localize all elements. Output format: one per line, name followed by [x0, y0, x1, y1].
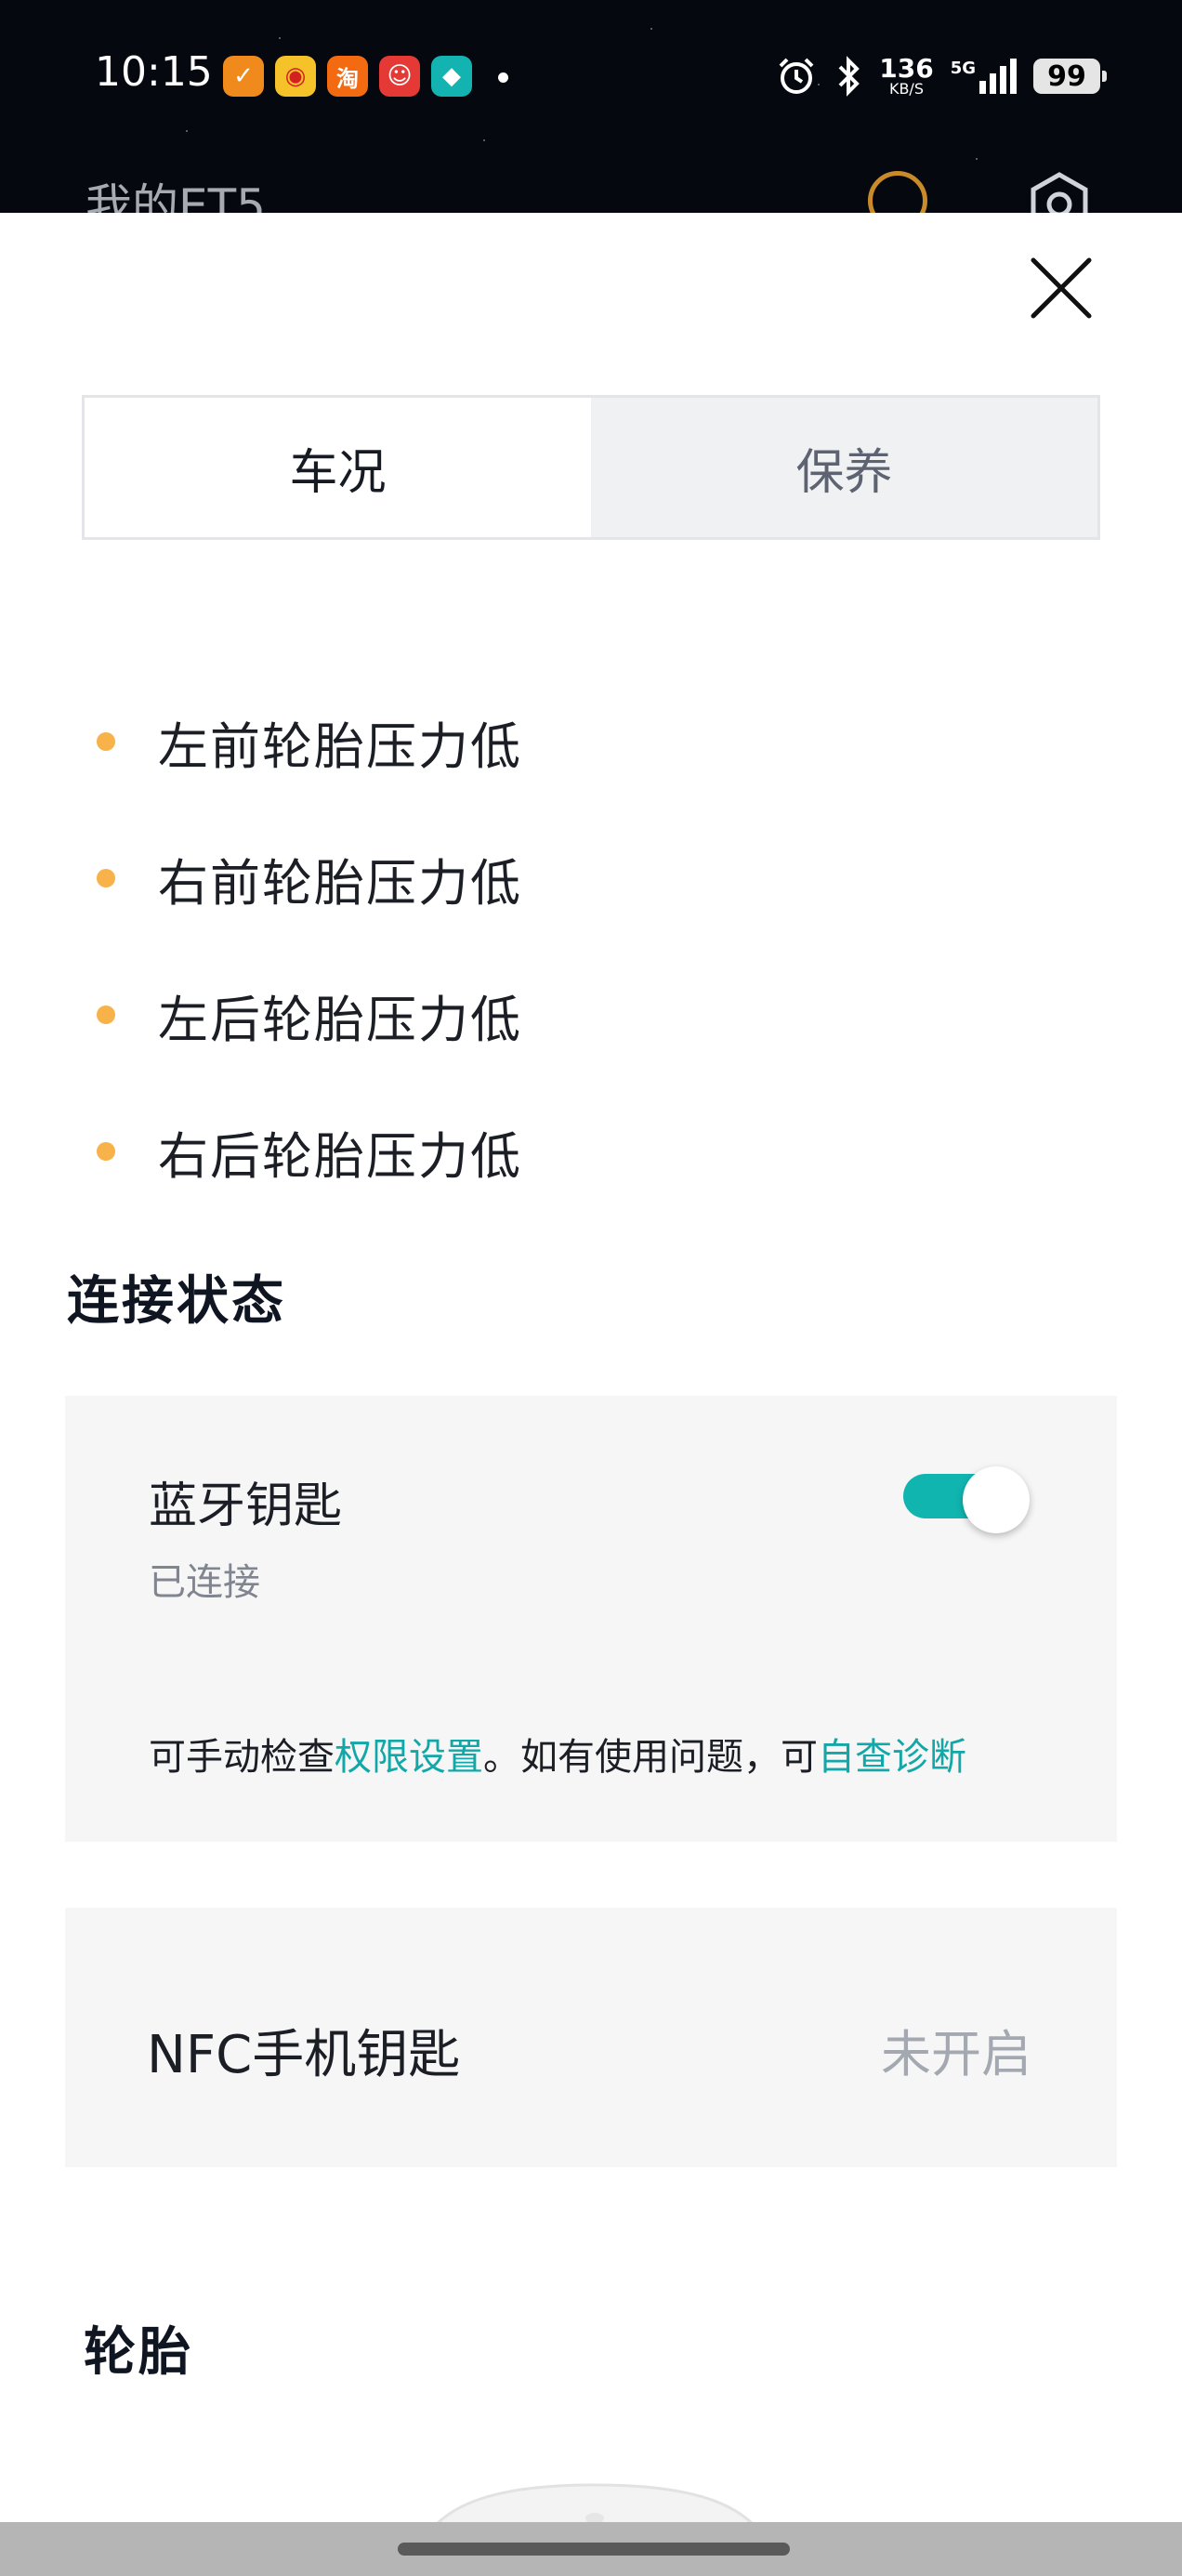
tab-vehicle-condition[interactable]: 车况 — [85, 398, 591, 537]
connection-status-title: 连接状态 — [67, 1271, 286, 1332]
game-app-icon: ☺ — [379, 56, 420, 97]
warning-dot — [97, 869, 115, 887]
warning-text: 左前轮胎压力低 — [158, 716, 522, 776]
nio-app-icon: ◆ — [431, 56, 472, 97]
self-diagnosis-link[interactable]: 自查诊断 — [818, 1736, 966, 1779]
network-speed-value: 136 — [879, 53, 934, 84]
warning-dot — [97, 732, 115, 751]
battery-indicator: 99 — [1033, 59, 1107, 94]
weibo-icon: ◉ — [275, 56, 316, 97]
bluetooth-icon — [838, 56, 860, 97]
hint-text: 。如有使用问题，可 — [483, 1736, 818, 1779]
tab-maintenance[interactable]: 保养 — [591, 398, 1097, 537]
status-indicators: 136 KB/S 5G 99 — [775, 50, 1107, 102]
hint-text: 可手动检查 — [149, 1736, 335, 1779]
network-speed: 136 KB/S — [879, 56, 933, 97]
cellular-signal-icon: 5G — [951, 59, 1017, 94]
close-icon[interactable] — [1030, 256, 1093, 320]
permission-settings-link[interactable]: 权限设置 — [335, 1736, 483, 1779]
nfc-key-status: 未开启 — [881, 2025, 1031, 2083]
bluetooth-key-toggle[interactable] — [903, 1466, 1030, 1533]
network-speed-unit: KB/S — [888, 80, 924, 98]
warning-item: 左前轮胎压力低 — [97, 704, 522, 779]
status-time: 10:15 — [95, 48, 213, 96]
warning-text: 左后轮胎压力低 — [158, 990, 522, 1049]
network-type: 5G — [950, 59, 976, 78]
store-app-icon: ✓ — [223, 56, 264, 97]
bluetooth-key-label: 蓝牙钥匙 — [149, 1479, 343, 1534]
taobao-icon: 淘 — [327, 56, 368, 97]
warning-dot — [97, 1005, 115, 1024]
home-gesture-handle[interactable] — [398, 2543, 790, 2556]
toggle-knob — [963, 1466, 1030, 1533]
tire-section-title: 轮胎 — [84, 2322, 193, 2383]
warning-dot — [97, 1142, 115, 1161]
bluetooth-key-status: 已连接 — [149, 1561, 260, 1604]
warning-item: 右前轮胎压力低 — [97, 841, 522, 915]
warning-text: 右前轮胎压力低 — [158, 853, 522, 913]
bluetooth-hint: 可手动检查权限设置。如有使用问题，可自查诊断 — [149, 1727, 966, 1781]
segmented-tabs: 车况 保养 — [82, 395, 1100, 540]
notification-dot — [498, 72, 508, 83]
nfc-key-label: NFC手机钥匙 — [147, 2025, 461, 2085]
warning-item: 右后轮胎压力低 — [97, 1114, 522, 1189]
warning-text: 右后轮胎压力低 — [158, 1126, 522, 1186]
warning-item: 左后轮胎压力低 — [97, 978, 522, 1052]
alarm-icon — [779, 58, 814, 94]
vehicle-status-sheet — [0, 213, 1182, 2576]
